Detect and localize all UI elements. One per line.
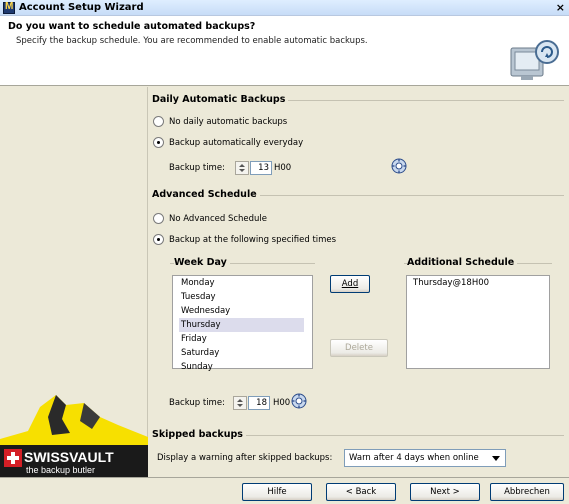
radio-label: Backup at the following specified times	[169, 234, 337, 245]
radio-button[interactable]	[153, 213, 164, 224]
logo-tagline: the backup butler	[26, 465, 95, 475]
next-button[interactable]: Next >	[410, 483, 480, 501]
title-bar: Account Setup Wizard ×	[0, 0, 569, 16]
header-question: Do you want to schedule automated backup…	[8, 21, 256, 32]
radio-button[interactable]	[153, 116, 164, 127]
weekday-item-friday[interactable]: Friday	[179, 332, 304, 346]
radio-button-checked[interactable]	[153, 234, 164, 245]
skipped-warning-select[interactable]: Warn after 4 days when online	[344, 449, 506, 467]
weekday-item-tuesday[interactable]: Tuesday	[179, 290, 304, 304]
additional-schedule-item[interactable]: Thursday@18H00	[411, 276, 541, 290]
wizard-header: Do you want to schedule automated backup…	[0, 16, 569, 86]
radio-label: Backup automatically everyday	[169, 137, 304, 148]
daily-group-title: Daily Automatic Backups	[152, 94, 289, 105]
window-title: Account Setup Wizard	[19, 2, 144, 13]
bottom-bar: Hilfe < Back Next > Abbrechen	[0, 477, 569, 504]
advanced-hour-input[interactable]: 18	[248, 396, 270, 410]
chevron-down-icon	[492, 456, 500, 461]
delete-button[interactable]: Delete	[330, 339, 388, 357]
radio-label: No daily automatic backups	[169, 116, 288, 127]
help-button[interactable]: Hilfe	[242, 483, 312, 501]
skipped-group-title: Skipped backups	[152, 429, 246, 440]
daily-hour-spinner[interactable]	[235, 161, 249, 175]
advanced-option-none[interactable]: No Advanced Schedule	[153, 213, 267, 224]
weekday-item-sunday[interactable]: Sunday	[179, 360, 304, 372]
cancel-button[interactable]: Abbrechen	[490, 483, 564, 501]
advanced-schedule-gear-icon[interactable]	[291, 393, 307, 409]
backup-monitor-icon	[510, 40, 559, 80]
help-button-label: Hilfe	[267, 487, 287, 497]
add-button-label: Add	[341, 279, 359, 289]
advanced-group-title: Advanced Schedule	[152, 189, 260, 200]
daily-hour-suffix: H00	[274, 163, 292, 173]
weekday-item-thursday[interactable]: Thursday	[179, 318, 304, 332]
weekday-group: Week Day Monday Tuesday Wednesday Thursd…	[170, 257, 315, 373]
daily-backup-time-label: Backup time:	[169, 163, 225, 173]
close-button[interactable]: ×	[556, 1, 565, 14]
weekday-item-saturday[interactable]: Saturday	[179, 346, 304, 360]
daily-option-none[interactable]: No daily automatic backups	[153, 116, 287, 127]
weekday-title: Week Day	[174, 257, 230, 268]
advanced-hour-suffix: H00	[273, 398, 291, 408]
advanced-hour-spinner[interactable]	[233, 396, 247, 410]
advanced-option-specified[interactable]: Backup at the following specified times	[153, 234, 336, 245]
radio-label: No Advanced Schedule	[169, 213, 268, 224]
daily-schedule-gear-icon[interactable]	[391, 158, 407, 174]
logo-name: SWISSVAULT	[24, 449, 114, 465]
back-button[interactable]: < Back	[326, 483, 396, 501]
main-panel: Daily Automatic Backups No daily automat…	[148, 87, 569, 477]
daily-hour-input[interactable]: 13	[250, 161, 272, 175]
cancel-button-label: Abbrechen	[504, 487, 550, 497]
weekday-item-wednesday[interactable]: Wednesday	[179, 304, 304, 318]
delete-button-label: Delete	[345, 343, 373, 353]
add-button[interactable]: Add	[330, 275, 370, 293]
additional-schedule-title: Additional Schedule	[407, 257, 518, 268]
sidebar: SWISSVAULT the backup butler	[0, 87, 148, 477]
additional-schedule-group: Additional Schedule Thursday@18H00	[404, 257, 552, 373]
weekday-list[interactable]: Monday Tuesday Wednesday Thursday Friday…	[172, 275, 313, 372]
weekday-item-monday[interactable]: Monday	[179, 276, 304, 290]
app-icon	[3, 1, 15, 14]
header-subtitle: Specify the backup schedule. You are rec…	[16, 36, 368, 46]
radio-button-checked[interactable]	[153, 137, 164, 148]
daily-option-everyday[interactable]: Backup automatically everyday	[153, 137, 303, 148]
additional-schedule-list[interactable]: Thursday@18H00	[406, 275, 550, 369]
next-button-label: Next >	[430, 487, 460, 497]
swissvault-logo: SWISSVAULT the backup butler	[0, 395, 148, 477]
advanced-backup-time-label: Backup time:	[169, 398, 225, 408]
skipped-selected-value: Warn after 4 days when online	[349, 453, 479, 463]
back-button-label: < Back	[345, 487, 377, 497]
skipped-label: Display a warning after skipped backups:	[157, 453, 333, 463]
